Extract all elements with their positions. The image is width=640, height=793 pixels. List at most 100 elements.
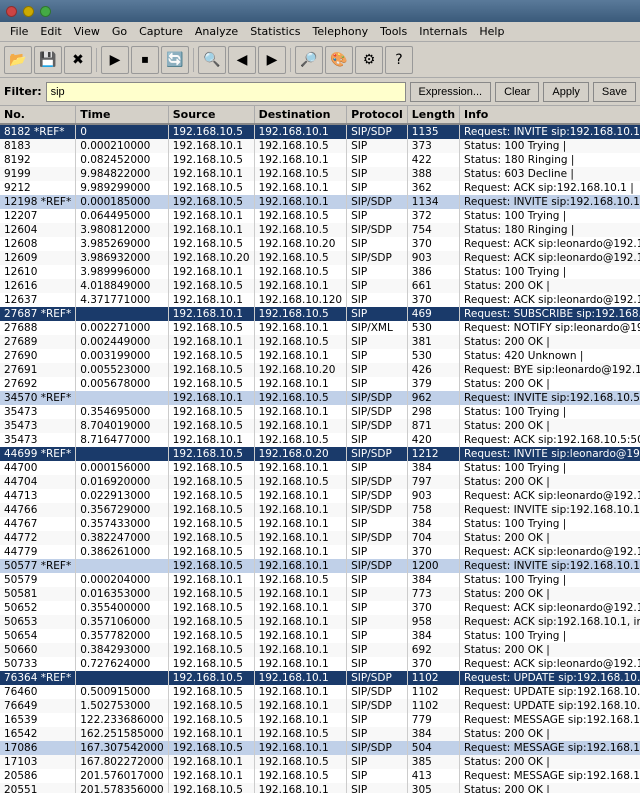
table-row[interactable]: 20586201.576017000192.168.10.1192.168.10… bbox=[0, 769, 640, 783]
table-row[interactable]: 447130.022913000192.168.10.5192.168.10.1… bbox=[0, 489, 640, 503]
table-row[interactable]: 126083.985269000192.168.10.5192.168.10.2… bbox=[0, 237, 640, 251]
table-row[interactable]: 126043.980812000192.168.10.1192.168.10.5… bbox=[0, 223, 640, 237]
table-row[interactable]: 354738.716477000192.168.10.1192.168.10.5… bbox=[0, 433, 640, 447]
table-row[interactable]: 506540.357782000192.168.10.5192.168.10.1… bbox=[0, 629, 640, 643]
expression-button[interactable]: Expression... bbox=[410, 82, 492, 102]
col-header-protocol[interactable]: Protocol bbox=[347, 106, 408, 124]
toolbar-forward[interactable]: ▶ bbox=[258, 46, 286, 74]
toolbar-back[interactable]: ◀ bbox=[228, 46, 256, 74]
table-row[interactable]: 50577 *REF*192.168.10.5192.168.10.1SIP/S… bbox=[0, 559, 640, 573]
table-row[interactable]: 126103.989996000192.168.10.1192.168.10.5… bbox=[0, 265, 640, 279]
packet-cell: SIP bbox=[347, 769, 408, 783]
table-row[interactable]: 764600.500915000192.168.10.5192.168.10.1… bbox=[0, 685, 640, 699]
toolbar-save[interactable]: 💾 bbox=[34, 46, 62, 74]
toolbar-close[interactable]: ✖ bbox=[64, 46, 92, 74]
menu-item-go[interactable]: Go bbox=[106, 23, 133, 40]
packet-info: Status: 100 Trying | bbox=[460, 461, 640, 475]
minimize-button[interactable] bbox=[23, 6, 34, 17]
col-header-destination[interactable]: Destination bbox=[254, 106, 347, 124]
table-row[interactable]: 276890.002449000192.168.10.1192.168.10.5… bbox=[0, 335, 640, 349]
toolbar-help[interactable]: ? bbox=[385, 46, 413, 74]
table-row[interactable]: 447660.356729000192.168.10.5192.168.10.1… bbox=[0, 503, 640, 517]
filter-input[interactable] bbox=[46, 82, 406, 102]
table-row[interactable]: 17086167.307542000192.168.10.5192.168.10… bbox=[0, 741, 640, 755]
table-row[interactable]: 16542162.251585000192.168.10.1192.168.10… bbox=[0, 727, 640, 741]
toolbar-colorize[interactable]: 🎨 bbox=[325, 46, 353, 74]
menu-item-tools[interactable]: Tools bbox=[374, 23, 413, 40]
table-row[interactable]: 507330.727624000192.168.10.5192.168.10.1… bbox=[0, 657, 640, 671]
packet-table-scroll[interactable]: No.TimeSourceDestinationProtocolLengthIn… bbox=[0, 106, 640, 793]
table-row[interactable]: 81830.000210000192.168.10.1192.168.10.5S… bbox=[0, 139, 640, 153]
packet-cell: SIP bbox=[347, 153, 408, 167]
table-row[interactable]: 16539122.233686000192.168.10.5192.168.10… bbox=[0, 713, 640, 727]
table-row[interactable]: 447000.000156000192.168.10.5192.168.10.1… bbox=[0, 461, 640, 475]
menu-item-statistics[interactable]: Statistics bbox=[244, 23, 306, 40]
menu-item-file[interactable]: File bbox=[4, 23, 34, 40]
toolbar-prefs[interactable]: ⚙ bbox=[355, 46, 383, 74]
col-header-no[interactable]: No. bbox=[0, 106, 76, 124]
menu-item-internals[interactable]: Internals bbox=[413, 23, 473, 40]
col-header-source[interactable]: Source bbox=[168, 106, 254, 124]
col-header-info[interactable]: Info bbox=[460, 106, 640, 124]
menu-item-capture[interactable]: Capture bbox=[133, 23, 189, 40]
close-button[interactable] bbox=[6, 6, 17, 17]
table-row[interactable]: 276920.005678000192.168.10.5192.168.10.1… bbox=[0, 377, 640, 391]
table-row[interactable]: 34570 *REF*192.168.10.1192.168.10.5SIP/S… bbox=[0, 391, 640, 405]
toolbar-restart[interactable]: ▶ bbox=[101, 46, 129, 74]
apply-button[interactable]: Apply bbox=[543, 82, 589, 102]
toolbar-reload[interactable]: 🔄 bbox=[161, 46, 189, 74]
packet-cell: 44779 bbox=[0, 545, 76, 559]
save-button[interactable]: Save bbox=[593, 82, 636, 102]
col-header-time[interactable]: Time bbox=[76, 106, 169, 124]
table-row[interactable]: 92129.989299000192.168.10.5192.168.10.1S… bbox=[0, 181, 640, 195]
packet-cell: 192.168.10.5 bbox=[168, 461, 254, 475]
table-row[interactable]: 447040.016920000192.168.10.5192.168.10.5… bbox=[0, 475, 640, 489]
table-row[interactable]: 27687 *REF*192.168.10.1192.168.10.5SIP46… bbox=[0, 307, 640, 321]
table-row[interactable]: 91999.984822000192.168.10.1192.168.10.5S… bbox=[0, 167, 640, 181]
table-row[interactable]: 44699 *REF*192.168.10.5192.168.0.20SIP/S… bbox=[0, 447, 640, 461]
table-row[interactable]: 122070.064495000192.168.10.1192.168.10.5… bbox=[0, 209, 640, 223]
packet-info: Status: 200 OK | bbox=[460, 783, 640, 793]
menu-item-telephony[interactable]: Telephony bbox=[307, 23, 375, 40]
table-row[interactable]: 81920.082452000192.168.10.5192.168.10.1S… bbox=[0, 153, 640, 167]
packet-cell: 192.168.10.5 bbox=[168, 531, 254, 545]
table-row[interactable]: 276880.002271000192.168.10.5192.168.10.1… bbox=[0, 321, 640, 335]
table-row[interactable]: 506520.355400000192.168.10.5192.168.10.1… bbox=[0, 601, 640, 615]
clear-button[interactable]: Clear bbox=[495, 82, 539, 102]
menu-item-view[interactable]: View bbox=[68, 23, 106, 40]
table-row[interactable]: 20551201.578356000192.168.10.5192.168.10… bbox=[0, 783, 640, 793]
table-row[interactable]: 447790.386261000192.168.10.5192.168.10.1… bbox=[0, 545, 640, 559]
table-row[interactable]: 505810.016353000192.168.10.5192.168.10.1… bbox=[0, 587, 640, 601]
table-row[interactable]: 17103167.802272000192.168.10.1192.168.10… bbox=[0, 755, 640, 769]
table-row[interactable]: 447720.382247000192.168.10.5192.168.10.1… bbox=[0, 531, 640, 545]
toolbar-filter[interactable]: 🔍 bbox=[198, 46, 226, 74]
table-row[interactable]: 276900.003199000192.168.10.5192.168.10.1… bbox=[0, 349, 640, 363]
table-row[interactable]: 126093.986932000192.168.10.20192.168.10.… bbox=[0, 251, 640, 265]
table-row[interactable]: 126164.018849000192.168.10.5192.168.10.1… bbox=[0, 279, 640, 293]
toolbar-stop[interactable]: ⏹ bbox=[131, 46, 159, 74]
table-row[interactable]: 276910.005523000192.168.10.5192.168.10.2… bbox=[0, 363, 640, 377]
table-row[interactable]: 506600.384293000192.168.10.5192.168.10.1… bbox=[0, 643, 640, 657]
table-row[interactable]: 766491.502753000192.168.10.5192.168.10.1… bbox=[0, 699, 640, 713]
table-row[interactable]: 354738.704019000192.168.10.5192.168.10.1… bbox=[0, 419, 640, 433]
table-row[interactable]: 12198 *REF*0.000185000192.168.10.5192.16… bbox=[0, 195, 640, 209]
table-row[interactable]: 505790.000204000192.168.10.1192.168.10.5… bbox=[0, 573, 640, 587]
packet-cell: 0.002449000 bbox=[76, 335, 169, 349]
menu-item-analyze[interactable]: Analyze bbox=[189, 23, 244, 40]
toolbar-open[interactable]: 📂 bbox=[4, 46, 32, 74]
packet-cell: 370 bbox=[407, 293, 459, 307]
table-row[interactable]: 76364 *REF*192.168.10.5192.168.10.1SIP/S… bbox=[0, 671, 640, 685]
menu-item-edit[interactable]: Edit bbox=[34, 23, 67, 40]
toolbar-zoom[interactable]: 🔎 bbox=[295, 46, 323, 74]
table-row[interactable]: 126374.371771000192.168.10.1192.168.10.1… bbox=[0, 293, 640, 307]
col-header-length[interactable]: Length bbox=[407, 106, 459, 124]
packet-cell: 192.168.10.1 bbox=[254, 531, 347, 545]
maximize-button[interactable] bbox=[40, 6, 51, 17]
table-row[interactable]: 506530.357106000192.168.10.5192.168.10.1… bbox=[0, 615, 640, 629]
table-row[interactable]: 447670.357433000192.168.10.5192.168.10.1… bbox=[0, 517, 640, 531]
packet-cell: 192.168.10.5 bbox=[254, 335, 347, 349]
menu-item-help[interactable]: Help bbox=[473, 23, 510, 40]
table-row[interactable]: 8182 *REF*0192.168.10.5192.168.10.1SIP/S… bbox=[0, 124, 640, 139]
packet-cell bbox=[76, 447, 169, 461]
table-row[interactable]: 354730.354695000192.168.10.5192.168.10.1… bbox=[0, 405, 640, 419]
